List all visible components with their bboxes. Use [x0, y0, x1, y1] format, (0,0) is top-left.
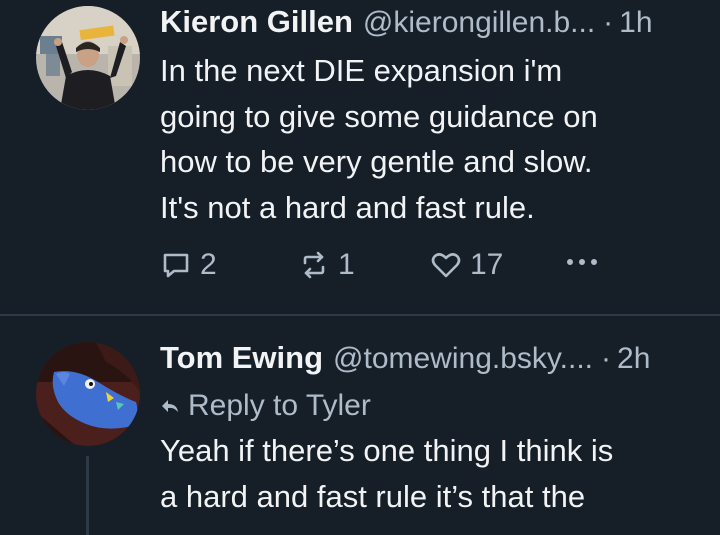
person-photo-avatar-icon	[36, 6, 140, 110]
author-handle[interactable]: @tomewing.bsky....	[333, 342, 593, 376]
post-text-line: It's not a hard and fast rule.	[160, 189, 535, 225]
author-avatar[interactable]	[36, 342, 140, 446]
post-text: Yeah if there’s one thing I think is a h…	[160, 428, 698, 519]
post-content: Kieron Gillen @kierongillen.b... · 1h In…	[160, 4, 698, 230]
post-text-line: a hard and fast rule it’s that the	[160, 478, 586, 514]
reply-arrow-icon	[162, 400, 178, 412]
post-tom-ewing[interactable]: Tom Ewing @tomewing.bsky.... · 2h Reply …	[0, 316, 720, 535]
post-timestamp[interactable]: 2h	[617, 342, 650, 376]
header-separator: ·	[603, 6, 614, 39]
post-timestamp[interactable]: 1h	[619, 6, 652, 40]
post-header: Kieron Gillen @kierongillen.b... · 1h	[160, 4, 698, 48]
post-text: In the next DIE expansion i'm going to g…	[160, 48, 698, 230]
header-separator: ·	[601, 342, 612, 375]
more-options-button[interactable]	[564, 252, 608, 272]
reply-to-indicator[interactable]: Reply to Tyler	[160, 384, 698, 428]
reply-count: 2	[200, 248, 217, 281]
speech-bubble-icon	[163, 253, 189, 278]
post-actions: 2 1 17	[160, 248, 720, 288]
post-text-line: Yeah if there’s one thing I think is	[160, 433, 614, 468]
repost-button[interactable]: 1	[298, 248, 355, 282]
repost-count: 1	[338, 248, 355, 281]
reply-to-label: Reply to Tyler	[188, 389, 371, 422]
post-kieron-gillen[interactable]: Kieron Gillen @kierongillen.b... · 1h In…	[0, 0, 720, 315]
author-avatar[interactable]	[36, 6, 140, 110]
author-name[interactable]: Kieron Gillen	[160, 4, 353, 40]
heart-icon	[431, 253, 461, 278]
more-dots-icon	[567, 259, 597, 265]
like-count: 17	[470, 248, 504, 281]
author-handle[interactable]: @kierongillen.b...	[363, 6, 595, 40]
reply-button[interactable]: 2	[160, 248, 217, 282]
post-header: Tom Ewing @tomewing.bsky.... · 2h	[160, 340, 698, 384]
post-text-line: In the next DIE expansion i'm	[160, 53, 563, 88]
sock-puppet-avatar-icon	[36, 342, 140, 446]
author-name[interactable]: Tom Ewing	[160, 340, 323, 376]
post-content: Tom Ewing @tomewing.bsky.... · 2h Reply …	[160, 340, 698, 519]
post-text-line: going to give some guidance on	[160, 98, 598, 134]
like-button[interactable]: 17	[430, 248, 503, 282]
thread-connector-line	[86, 456, 89, 535]
post-text-line: how to be very gentle and slow.	[160, 144, 593, 179]
repost-arrows-icon	[303, 251, 325, 279]
